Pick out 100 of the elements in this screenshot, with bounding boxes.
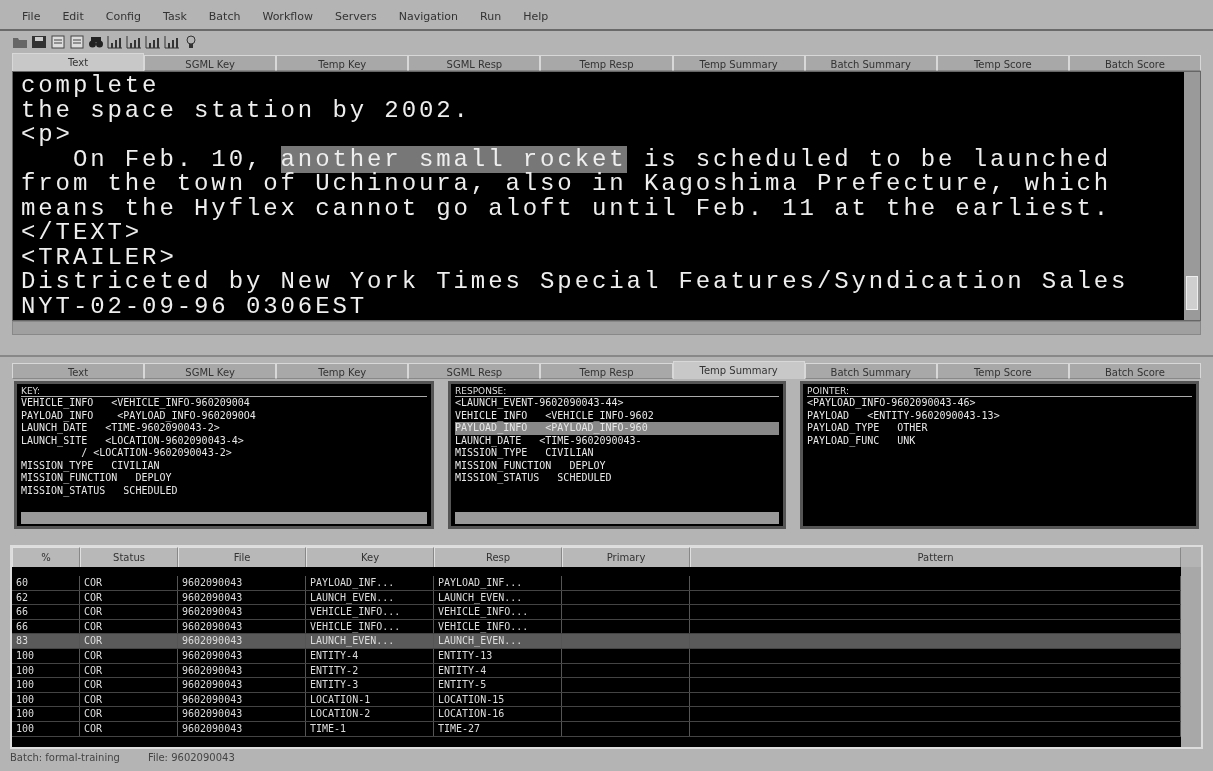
scrollbar[interactable] (21, 512, 427, 524)
menu-item[interactable]: File (22, 10, 41, 23)
menu-item[interactable]: Task (163, 10, 187, 23)
pane-line[interactable]: VEHICLE_INFO <VEHICLE_INFO-9602 (455, 409, 779, 422)
tab[interactable]: Text (12, 53, 145, 71)
pane-line[interactable]: PAYLOAD_TYPE OTHER (807, 422, 1192, 435)
table-cell: COR (80, 576, 178, 590)
tab[interactable]: Text (12, 363, 145, 379)
pane-line[interactable]: PAYLOAD_INFO <PAYLOAD_INFO-9602090O4 (21, 409, 427, 422)
pane-title: RESPONSE: (455, 386, 779, 397)
tab[interactable]: Temp Key (276, 363, 409, 379)
tab[interactable]: Temp Key (276, 55, 409, 71)
table-cell: COR (80, 605, 178, 619)
status-text: File: 9602090043 (147, 752, 235, 765)
menu-item[interactable]: Navigation (398, 10, 459, 23)
table-cell: 9602090043 (178, 634, 306, 648)
table-cell: 9602090043 (178, 692, 306, 707)
binoculars-icon[interactable] (88, 34, 104, 50)
pane-line[interactable]: <LAUNCH_EVENT-9602090043-44> (455, 397, 779, 410)
menu-item[interactable]: Batch (208, 10, 241, 23)
menu-item[interactable]: Workflow (262, 10, 313, 23)
table-cell: ENTITY-4 (306, 648, 434, 663)
bar-chart-icon[interactable] (145, 34, 161, 50)
text-line: NYT-02-09-96 0306EST (21, 294, 369, 319)
bar-chart-icon[interactable] (126, 34, 142, 50)
table-cell: PAYLOAD_INF... (306, 576, 434, 590)
text-line: means the Hyflex cannot go aloft until Feb. 11 at the earliest. (21, 196, 1113, 221)
table-cell: COR (80, 707, 178, 721)
pane-line[interactable]: / <LOCATION-9602090043-2> (21, 447, 427, 460)
pane-line[interactable]: MISSION_TYPE CIVILIAN (21, 459, 427, 472)
table-cell: COR (80, 678, 178, 692)
pane-title: POINTER: (807, 386, 1192, 397)
table-cell: LAUNCH_EVEN... (306, 590, 434, 605)
tab[interactable]: Batch Summary (804, 363, 937, 379)
tab[interactable]: SGML Resp (408, 55, 541, 71)
tab[interactable]: Batch Score (1068, 55, 1201, 71)
pane-line[interactable]: MISSION_STATUS SCHEDULED (455, 472, 779, 485)
pane-line[interactable]: MISSION_STATUS SCHEDULED (21, 484, 427, 497)
tab[interactable]: Temp Summary (672, 361, 805, 379)
tab[interactable]: SGML Key (144, 55, 277, 71)
pane-line[interactable]: <PAYLOAD_INFO-9602090043-46> (807, 397, 1192, 410)
menu-item[interactable]: Run (480, 10, 502, 23)
menu-item[interactable]: Config (105, 10, 142, 23)
table-cell: ENTITY-2 (306, 663, 434, 678)
bar-chart-icon[interactable] (164, 34, 180, 50)
scrollbar[interactable] (1181, 567, 1201, 747)
table-cell: 9602090043 (178, 619, 306, 634)
pane-line[interactable]: PAYLOAD_FUNC UNK (807, 434, 1192, 447)
tab[interactable]: Batch Score (1068, 363, 1201, 379)
pane-line[interactable]: MISSION_FUNCTION DEPLOY (455, 459, 779, 472)
tab[interactable]: Temp Score (936, 55, 1069, 71)
tab[interactable]: Temp Score (936, 363, 1069, 379)
text-line: the space station by 2002. (21, 98, 472, 123)
table-cell: COR (80, 590, 178, 605)
status-text: Batch: formal-training (10, 752, 120, 765)
pane-line[interactable]: MISSION_FUNCTION DEPLOY (21, 472, 427, 485)
table-cell: TIME-27 (434, 721, 562, 736)
text-line: complete (21, 74, 161, 99)
table-cell: 9602090043 (178, 663, 306, 678)
table-cell: 9602090043 (178, 576, 306, 590)
tab[interactable]: Temp Resp (540, 55, 673, 71)
table-cell: COR (80, 648, 178, 663)
table-row[interactable]: 100 COR 9602090043 LOCATION-2 LOCATION-16 (12, 707, 1181, 722)
table-cell: ENTITY-5 (434, 678, 562, 692)
table-cell: LOCATION-2 (306, 707, 434, 721)
tab[interactable]: Temp Summary (672, 55, 805, 71)
tab[interactable]: Batch Summary (804, 55, 937, 71)
menu-item[interactable]: Servers (334, 10, 377, 23)
bar-chart-icon[interactable] (107, 34, 123, 50)
table-cell: 66 (12, 619, 80, 634)
table-cell: VEHICLE_INFO... (306, 619, 434, 634)
menu-item[interactable]: Help (523, 10, 549, 23)
table-cell: 100 (12, 663, 80, 678)
table-row[interactable]: 66 COR 9602090043 VEHICLE_INFO... VEHICLE_INFO... (12, 605, 1181, 620)
scrollbar[interactable] (12, 321, 1201, 335)
menu-item[interactable]: Edit (62, 10, 84, 23)
tab[interactable]: Temp Resp (540, 363, 673, 379)
tab[interactable]: SGML Key (144, 363, 277, 379)
pane-line[interactable]: LAUNCH_DATE <TIME-9602090043-2> (21, 422, 427, 435)
table-row[interactable]: 60 COR 9602090043 PAYLOAD_INF... PAYLOAD_INF... (12, 576, 1181, 591)
text-line: Districeted by New York Times Special Features/Syndication Sales (21, 270, 1130, 295)
table-cell: 100 (12, 692, 80, 707)
tab[interactable]: SGML Resp (408, 363, 541, 379)
table-row[interactable]: 100 COR 9602090043 ENTITY-3 ENTITY-5 (12, 678, 1181, 693)
table-cell: 9602090043 (178, 590, 306, 605)
scrollbar[interactable] (455, 512, 779, 524)
pane-line[interactable]: VEHICLE_INFO <VEHICLE_INFO-960209004 (21, 397, 427, 410)
table-cell: ENTITY-3 (306, 678, 434, 692)
table-cell: ENTITY-13 (434, 648, 562, 663)
pane-line[interactable]: PAYLOAD <ENTITY-9602090043-13> (807, 409, 1192, 422)
table-cell: 9602090043 (178, 648, 306, 663)
scrollbar[interactable] (1184, 72, 1200, 320)
pane-line[interactable]: LAUNCH_DATE <TIME-9602090043- (455, 434, 779, 447)
pane-line[interactable]: MISSION_TYPE CIVILIAN (455, 447, 779, 460)
table-row[interactable]: 83 COR 9602090043 LAUNCH_EVEN... LAUNCH_EVEN... (12, 634, 1181, 649)
text-line: </TEXT> (21, 221, 144, 246)
table-cell: 9602090043 (178, 707, 306, 721)
pane-line[interactable]: LAUNCH_SITE <LOCATION-9602090043-4> (21, 434, 427, 447)
table-cell: 66 (12, 605, 80, 619)
lightbulb-icon[interactable] (183, 34, 199, 50)
